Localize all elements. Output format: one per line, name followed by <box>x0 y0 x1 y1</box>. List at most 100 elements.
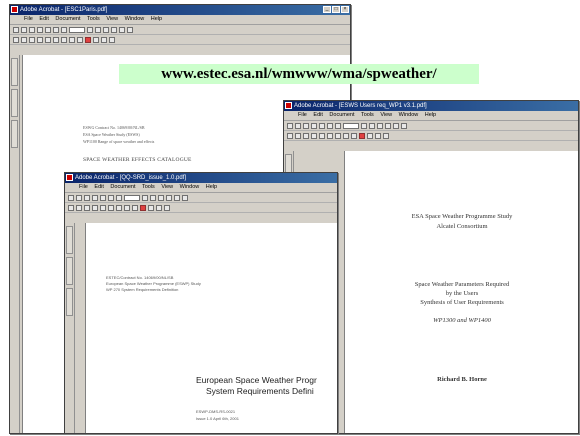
menu-help[interactable]: Help <box>151 16 162 22</box>
menu-view[interactable]: View <box>380 112 392 118</box>
last-page-icon[interactable] <box>385 122 391 129</box>
menu-window[interactable]: Window <box>125 16 145 22</box>
search-icon[interactable] <box>319 122 325 129</box>
last-page-icon[interactable] <box>166 194 172 201</box>
menu-window[interactable]: Window <box>180 184 200 190</box>
pencil-icon[interactable] <box>92 204 98 211</box>
menu-help[interactable]: Help <box>206 184 217 190</box>
pencil-icon[interactable] <box>311 132 317 139</box>
navigation-pane[interactable] <box>10 55 20 433</box>
text-select-icon[interactable] <box>295 132 301 139</box>
comments-tab[interactable] <box>66 288 73 316</box>
first-page-icon[interactable] <box>87 26 93 33</box>
next-page-icon[interactable] <box>103 26 109 33</box>
bookmark-icon[interactable] <box>351 132 357 139</box>
menu-file[interactable]: File <box>79 184 88 190</box>
link-icon[interactable] <box>45 36 51 43</box>
save-icon[interactable] <box>21 26 27 33</box>
minimize-button[interactable]: _ <box>323 6 331 13</box>
highlight-icon[interactable] <box>335 132 341 139</box>
menu-document[interactable]: Document <box>55 16 80 22</box>
menu-edit[interactable]: Edit <box>94 184 103 190</box>
menu-edit[interactable]: Edit <box>39 16 48 22</box>
email-icon[interactable] <box>37 26 43 33</box>
menu-document[interactable]: Document <box>329 112 354 118</box>
delete-icon[interactable] <box>164 204 170 211</box>
close-button[interactable]: × <box>341 6 349 13</box>
back-icon[interactable] <box>148 204 154 211</box>
fit-page-icon[interactable] <box>127 26 133 33</box>
thumbnails-tab[interactable] <box>66 257 73 285</box>
forward-icon[interactable] <box>101 36 107 43</box>
select-icon[interactable] <box>287 132 293 139</box>
acrobat-window-system-requirements[interactable]: Adobe Acrobat - [QQ-SRD_issue_1.0.pdf] F… <box>64 172 338 434</box>
bookmark-icon[interactable] <box>77 36 83 43</box>
back-icon[interactable] <box>367 132 373 139</box>
window-title-bar[interactable]: Adobe Acrobat - [QQ-SRD_issue_1.0.pdf] <box>65 173 337 183</box>
menu-tools[interactable]: Tools <box>87 16 100 22</box>
prev-page-icon[interactable] <box>150 194 156 201</box>
link-icon[interactable] <box>319 132 325 139</box>
save-icon[interactable] <box>76 194 82 201</box>
text-select-icon[interactable] <box>21 36 27 43</box>
zoom-in-icon[interactable] <box>116 194 122 201</box>
forward-icon[interactable] <box>375 132 381 139</box>
menu-edit[interactable]: Edit <box>313 112 322 118</box>
delete-icon[interactable] <box>383 132 389 139</box>
stamp-icon[interactable] <box>343 132 349 139</box>
hand-tool-icon[interactable] <box>53 26 59 33</box>
crop-icon[interactable] <box>84 204 90 211</box>
next-page-icon[interactable] <box>158 194 164 201</box>
delete-icon[interactable] <box>109 36 115 43</box>
open-icon[interactable] <box>68 194 74 201</box>
bookmarks-tab[interactable] <box>11 58 18 86</box>
link-icon[interactable] <box>100 204 106 211</box>
menu-window[interactable]: Window <box>399 112 419 118</box>
thumbnails-tab[interactable] <box>11 89 18 117</box>
url-banner[interactable]: www.estec.esa.nl/wmwww/wma/spweather/ <box>119 64 479 84</box>
zoom-field[interactable] <box>124 194 140 201</box>
stamp-icon[interactable] <box>124 204 130 211</box>
hand-tool-icon[interactable] <box>108 194 114 201</box>
crop-icon[interactable] <box>303 132 309 139</box>
rotate-icon[interactable] <box>393 122 399 129</box>
back-icon[interactable] <box>93 36 99 43</box>
print-icon[interactable] <box>84 194 90 201</box>
menu-view[interactable]: View <box>161 184 173 190</box>
first-page-icon[interactable] <box>142 194 148 201</box>
open-icon[interactable] <box>287 122 293 129</box>
forward-icon[interactable] <box>156 204 162 211</box>
menu-file[interactable]: File <box>298 112 307 118</box>
heart-icon[interactable] <box>85 36 91 43</box>
bookmarks-tab[interactable] <box>66 226 73 254</box>
zoom-in-icon[interactable] <box>61 26 67 33</box>
last-page-icon[interactable] <box>111 26 117 33</box>
menu-file[interactable]: File <box>24 16 33 22</box>
bookmark-icon[interactable] <box>132 204 138 211</box>
menu-tools[interactable]: Tools <box>142 184 155 190</box>
menu-view[interactable]: View <box>106 16 118 22</box>
zoom-field[interactable] <box>343 122 359 129</box>
highlight-icon[interactable] <box>61 36 67 43</box>
stamp-icon[interactable] <box>69 36 75 43</box>
prev-page-icon[interactable] <box>95 26 101 33</box>
note-icon[interactable] <box>108 204 114 211</box>
text-select-icon[interactable] <box>76 204 82 211</box>
open-icon[interactable] <box>13 26 19 33</box>
menu-help[interactable]: Help <box>425 112 436 118</box>
note-icon[interactable] <box>53 36 59 43</box>
note-icon[interactable] <box>327 132 333 139</box>
email-icon[interactable] <box>311 122 317 129</box>
fit-page-icon[interactable] <box>182 194 188 201</box>
window-title-bar[interactable]: Adobe Acrobat - [ESWS Users req_WP1 v3.1… <box>284 101 578 111</box>
rotate-icon[interactable] <box>119 26 125 33</box>
menu-document[interactable]: Document <box>110 184 135 190</box>
comments-tab[interactable] <box>11 120 18 148</box>
heart-icon[interactable] <box>140 204 146 211</box>
save-icon[interactable] <box>295 122 301 129</box>
search-icon[interactable] <box>100 194 106 201</box>
search-icon[interactable] <box>45 26 51 33</box>
prev-page-icon[interactable] <box>369 122 375 129</box>
first-page-icon[interactable] <box>361 122 367 129</box>
print-icon[interactable] <box>29 26 35 33</box>
